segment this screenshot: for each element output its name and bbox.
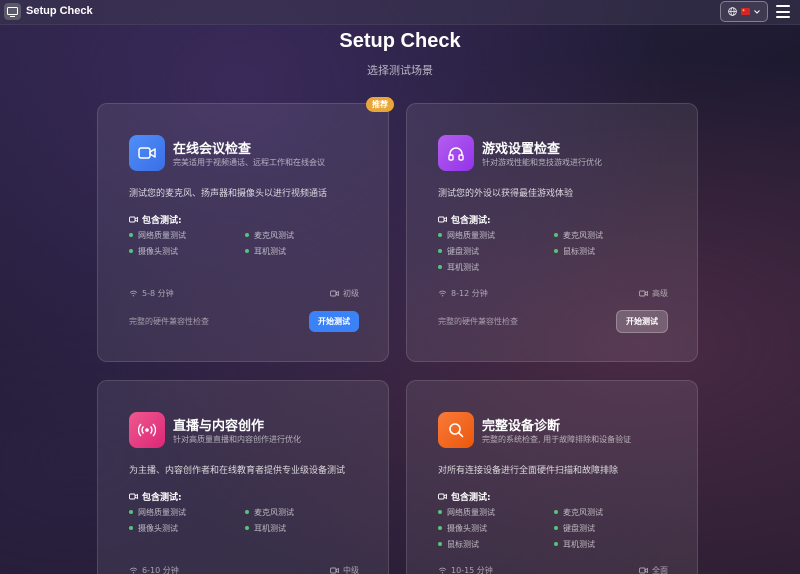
page-subtitle: 选择测试场景: [367, 64, 433, 77]
card-description: 完整的系统检查, 用于故障排除和设备验证: [482, 435, 632, 444]
difficulty-level: 中级: [343, 566, 359, 574]
card-lead-text: 测试您的麦克风、扬声器和摄像头以进行视频通话: [129, 189, 328, 199]
test-list: 网络质量测试 麦克风测试 摄像头测试 键盘测试 鼠标测试 耳机测试: [438, 507, 678, 549]
list-item: 摄像头测试: [129, 523, 245, 533]
flag-icon: [741, 8, 750, 15]
wifi-icon: [438, 567, 447, 574]
difficulty-level: 高级: [652, 289, 668, 298]
globe-icon: [728, 7, 737, 16]
list-item: 麦克风测试: [554, 230, 670, 240]
duration: 6-10 分钟: [142, 566, 179, 574]
card-title: 直播与内容创作: [173, 419, 265, 434]
list-item: 网络质量测试: [438, 230, 554, 240]
wifi-icon: [129, 567, 138, 574]
video-camera-icon: [129, 135, 165, 171]
list-item: 键盘测试: [438, 246, 554, 256]
included-tests-heading: 包含测试:: [129, 213, 182, 226]
included-tests-label: 包含测试:: [451, 216, 491, 226]
list-item: 耳机测试: [438, 262, 554, 272]
list-item: 鼠标测试: [438, 539, 554, 549]
scenario-card-full-diagnostic[interactable]: 完整设备诊断 完整的系统检查, 用于故障排除和设备验证 对所有连接设备进行全面硬…: [406, 380, 698, 574]
list-item: 摄像头测试: [438, 523, 554, 533]
scenario-card-online-meeting[interactable]: 推荐 在线会议检查 完美适用于视频通话、远程工作和在线会议 测试您的麦克风、扬声…: [97, 97, 394, 362]
included-tests-label: 包含测试:: [142, 493, 182, 503]
video-small-icon: [129, 493, 138, 500]
card-description: 针对游戏性能和竞技游戏进行优化: [482, 158, 602, 167]
list-item: 键盘测试: [554, 523, 670, 533]
list-item: 网络质量测试: [129, 230, 245, 240]
start-test-button[interactable]: 开始测试: [616, 309, 668, 333]
list-item: 麦克风测试: [554, 507, 670, 517]
card-title: 完整设备诊断: [482, 419, 561, 434]
test-list: 网络质量测试 麦克风测试 摄像头测试 耳机测试: [129, 230, 369, 256]
top-bar: Setup Check: [0, 0, 800, 25]
app-title: Setup Check: [26, 5, 93, 17]
wifi-icon: [129, 290, 138, 297]
test-list: 网络质量测试 麦克风测试 键盘测试 鼠标测试 耳机测试: [438, 230, 678, 272]
video-small-icon: [438, 493, 447, 500]
card-footer: 完整的硬件兼容性检查 开始测试: [129, 310, 359, 332]
video-small-icon: [438, 216, 447, 223]
card-meta: 8-12 分钟 高级: [438, 288, 668, 299]
list-item: 网络质量测试: [438, 507, 554, 517]
card-meta: 6-10 分钟 中级: [129, 565, 359, 574]
video-small-icon: [639, 567, 648, 574]
included-tests-heading: 包含测试:: [129, 490, 182, 503]
headphones-icon: [438, 135, 474, 171]
card-lead-text: 为主播、内容创作者和在线教育者提供专业级设备测试: [129, 466, 346, 476]
card-meta: 5-8 分钟 初级: [129, 288, 359, 299]
card-title: 游戏设置检查: [482, 142, 561, 157]
card-lead-text: 对所有连接设备进行全面硬件扫描和故障排除: [438, 466, 619, 476]
list-item: 摄像头测试: [129, 246, 245, 256]
hamburger-menu-icon[interactable]: [776, 5, 790, 18]
search-icon: [438, 412, 474, 448]
card-meta: 10-15 分钟 全面: [438, 565, 668, 574]
card-title: 在线会议检查: [173, 142, 252, 157]
list-item: 耳机测试: [245, 246, 361, 256]
video-small-icon: [330, 290, 339, 297]
card-lead-text: 测试您的外设以获得最佳游戏体验: [438, 189, 574, 199]
video-small-icon: [639, 290, 648, 297]
duration: 10-15 分钟: [451, 566, 493, 574]
compatibility-note: 完整的硬件兼容性检查: [438, 316, 518, 326]
compatibility-note: 完整的硬件兼容性检查: [129, 316, 209, 326]
difficulty-level: 初级: [343, 289, 359, 298]
wifi-icon: [438, 290, 447, 297]
list-item: 麦克风测试: [245, 230, 361, 240]
chevron-down-icon: [754, 9, 760, 14]
card-description: 针对高质量直播和内容创作进行优化: [173, 435, 301, 444]
video-small-icon: [330, 567, 339, 574]
list-item: 麦克风测试: [245, 507, 361, 517]
list-item: 网络质量测试: [129, 507, 245, 517]
broadcast-icon: [129, 412, 165, 448]
list-item: 耳机测试: [245, 523, 361, 533]
scenario-card-gaming[interactable]: 游戏设置检查 针对游戏性能和竞技游戏进行优化 测试您的外设以获得最佳游戏体验 包…: [406, 103, 698, 362]
scenario-card-streaming[interactable]: 直播与内容创作 针对高质量直播和内容创作进行优化 为主播、内容创作者和在线教育者…: [97, 380, 389, 574]
included-tests-heading: 包含测试:: [438, 490, 491, 503]
monitor-icon: [4, 3, 21, 20]
language-selector[interactable]: [720, 1, 768, 22]
included-tests-label: 包含测试:: [142, 216, 182, 226]
included-tests-heading: 包含测试:: [438, 213, 491, 226]
card-footer: 完整的硬件兼容性检查 开始测试: [438, 309, 668, 333]
page-title: Setup Check: [339, 30, 461, 52]
duration: 5-8 分钟: [142, 289, 174, 298]
duration: 8-12 分钟: [451, 289, 488, 298]
test-list: 网络质量测试 麦克风测试 摄像头测试 耳机测试: [129, 507, 369, 533]
difficulty-level: 全面: [652, 566, 668, 574]
included-tests-label: 包含测试:: [451, 493, 491, 503]
list-item: 鼠标测试: [554, 246, 670, 256]
video-small-icon: [129, 216, 138, 223]
card-description: 完美适用于视频通话、远程工作和在线会议: [173, 158, 325, 167]
recommended-badge: 推荐: [366, 97, 394, 112]
start-test-button[interactable]: 开始测试: [309, 310, 359, 332]
list-item: 耳机测试: [554, 539, 670, 549]
